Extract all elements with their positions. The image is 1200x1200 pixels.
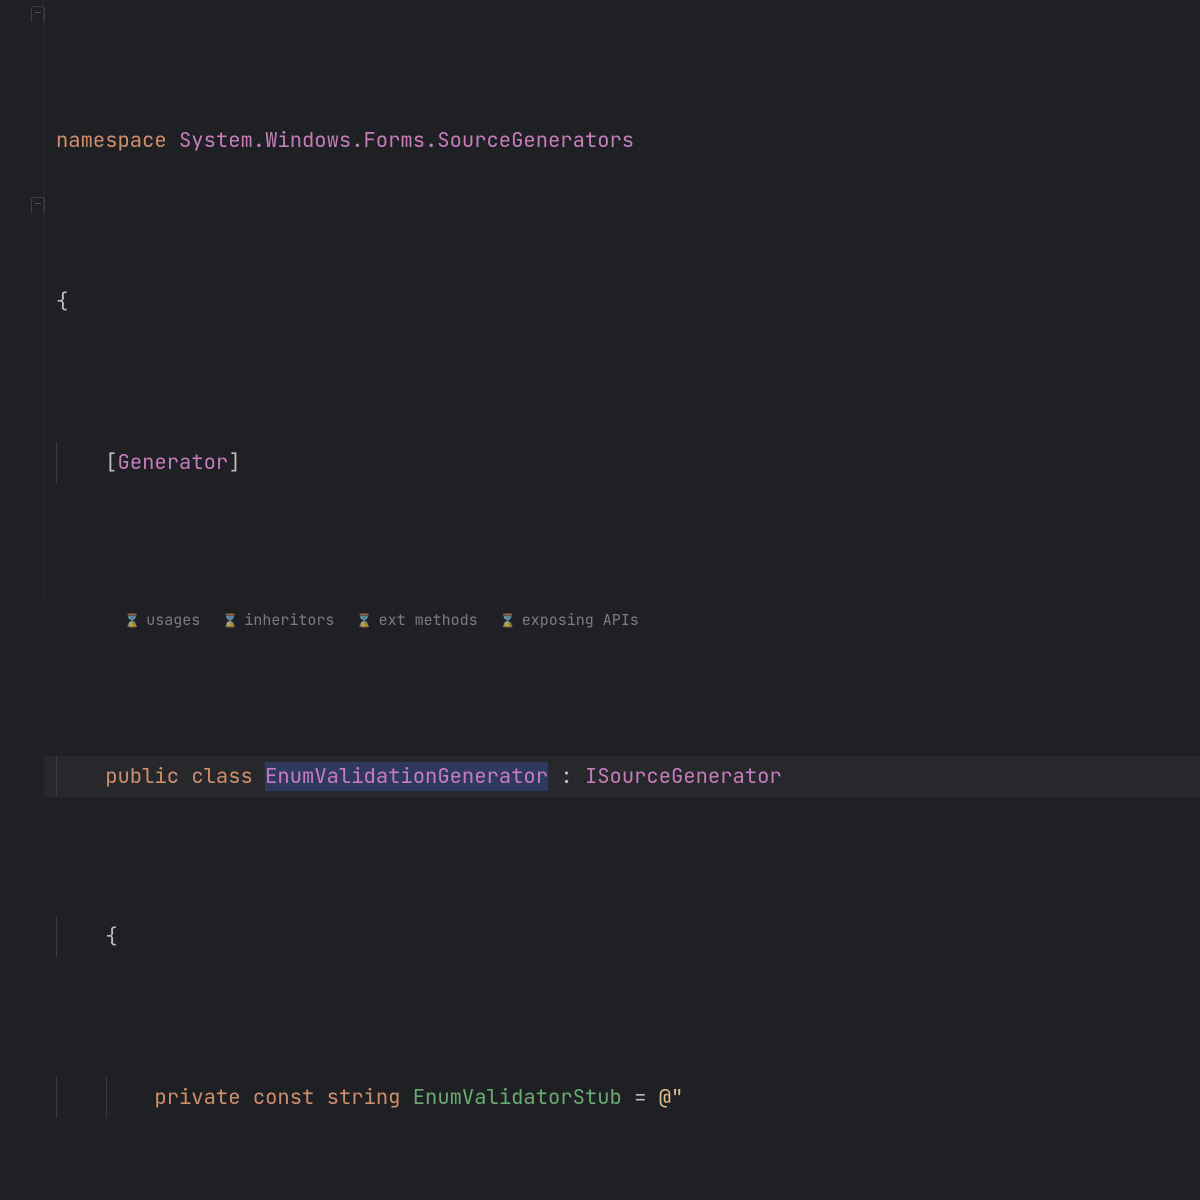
lens-label: ext methods bbox=[379, 604, 478, 637]
field-name: EnumValidatorStub bbox=[413, 1084, 622, 1111]
code-lens-row: ⌛usages ⌛inheritors ⌛ext methods ⌛exposi… bbox=[44, 603, 1200, 636]
lens-label: inheritors bbox=[244, 604, 334, 637]
keyword: string bbox=[327, 1084, 413, 1111]
hourglass-icon: ⌛ bbox=[356, 604, 372, 637]
fold-marker-icon[interactable] bbox=[31, 197, 45, 213]
code-editor[interactable]: namespace System.Windows.Forms.SourceGen… bbox=[44, 0, 1200, 1200]
code-line-highlighted[interactable]: public class EnumValidationGenerator : I… bbox=[44, 756, 1200, 797]
keyword: class bbox=[191, 763, 265, 790]
code-line[interactable]: [Generator] bbox=[44, 442, 1200, 483]
keyword: const bbox=[253, 1084, 327, 1111]
lens-ext-methods[interactable]: ⌛ext methods bbox=[356, 604, 477, 637]
lens-inheritors[interactable]: ⌛inheritors bbox=[222, 604, 334, 637]
hourglass-icon: ⌛ bbox=[222, 604, 238, 637]
namespace-name: System.Windows.Forms.SourceGenerators bbox=[179, 127, 634, 154]
code-line[interactable]: private const string EnumValidatorStub =… bbox=[44, 1077, 1200, 1118]
brace: { bbox=[56, 288, 68, 315]
editor-gutter bbox=[0, 0, 44, 600]
operator: = bbox=[622, 1084, 659, 1111]
string-open: @" bbox=[659, 1084, 684, 1111]
interface-name: ISourceGenerator bbox=[585, 763, 782, 790]
code-line[interactable]: { bbox=[44, 916, 1200, 957]
hourglass-icon: ⌛ bbox=[500, 604, 516, 637]
keyword: public bbox=[105, 763, 191, 790]
class-name-selected: EnumValidationGenerator bbox=[265, 762, 548, 791]
attribute: Generator bbox=[118, 449, 229, 476]
hourglass-icon: ⌛ bbox=[124, 604, 140, 637]
lens-label: usages bbox=[146, 604, 200, 637]
code-line[interactable]: { bbox=[44, 281, 1200, 322]
code-line[interactable]: namespace System.Windows.Forms.SourceGen… bbox=[44, 120, 1200, 161]
bracket: ] bbox=[228, 449, 240, 476]
colon: : bbox=[548, 763, 585, 790]
keyword: private bbox=[154, 1084, 252, 1111]
bracket: [ bbox=[105, 449, 117, 476]
fold-marker-icon[interactable] bbox=[31, 6, 45, 22]
brace: { bbox=[105, 923, 117, 950]
keyword: namespace bbox=[56, 127, 179, 154]
lens-label: exposing APIs bbox=[522, 604, 639, 637]
lens-usages[interactable]: ⌛usages bbox=[124, 604, 200, 637]
lens-exposing-apis[interactable]: ⌛exposing APIs bbox=[500, 604, 639, 637]
